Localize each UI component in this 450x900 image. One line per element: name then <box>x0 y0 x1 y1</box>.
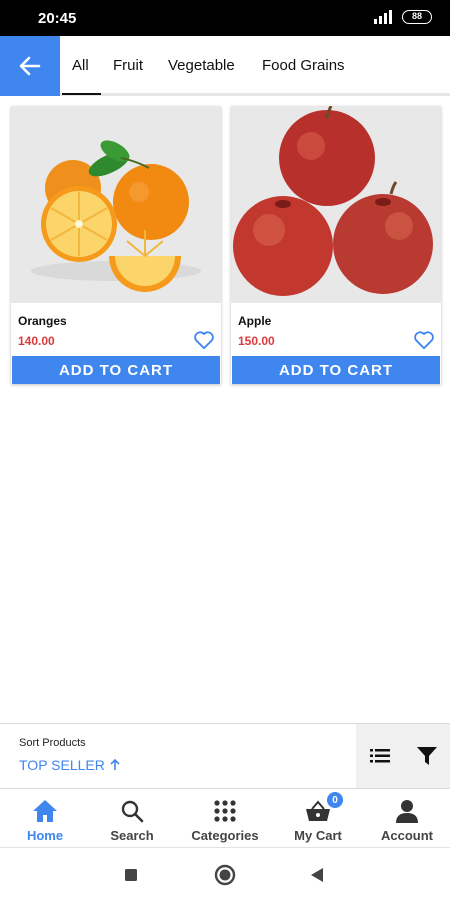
sort-dropdown[interactable]: TOP SELLER <box>19 757 121 773</box>
nav-home[interactable]: Home <box>0 790 90 848</box>
nav-label: Account <box>381 828 433 843</box>
list-view-icon[interactable] <box>369 749 390 763</box>
recents-icon[interactable] <box>124 868 138 882</box>
product-price: 140.00 <box>18 334 55 348</box>
add-to-cart-button[interactable]: ADD TO CART <box>12 356 220 384</box>
arrow-up-icon <box>110 758 120 770</box>
tab-label: Vegetable <box>168 56 235 74</box>
bottom-nav: Home Search Categories 0 My Cart Account <box>0 790 450 848</box>
cart-count-badge: 0 <box>327 792 343 808</box>
basket-icon: 0 <box>305 792 343 824</box>
filter-icon[interactable] <box>416 747 437 765</box>
status-time: 20:45 <box>38 10 77 27</box>
nav-label: Categories <box>191 828 259 843</box>
grid-icon <box>214 798 236 824</box>
apples-image-icon <box>233 106 433 296</box>
tab-food-grains[interactable]: Food Grains <box>262 36 345 94</box>
system-nav-bar <box>0 848 450 900</box>
battery-level: 88 <box>411 11 422 21</box>
product-card-oranges[interactable]: Oranges 140.00 ADD TO CART <box>11 106 221 384</box>
back-button[interactable] <box>0 36 60 96</box>
heart-icon[interactable] <box>413 330 435 350</box>
product-image[interactable] <box>11 106 221 303</box>
add-to-cart-label: ADD TO CART <box>278 361 394 379</box>
product-name: Apple <box>238 314 272 328</box>
signal-icon <box>374 10 392 24</box>
sort-tools <box>356 724 450 788</box>
tab-fruit[interactable]: Fruit <box>113 36 143 94</box>
oranges-image-icon <box>31 140 201 292</box>
nav-categories[interactable]: Categories <box>180 790 270 848</box>
nav-label: Search <box>110 828 154 843</box>
sort-value: TOP SELLER <box>19 757 105 773</box>
add-to-cart-button[interactable]: ADD TO CART <box>232 356 440 384</box>
battery-icon: 88 <box>402 10 432 24</box>
product-card-apple[interactable]: Apple 150.00 ADD TO CART <box>231 106 441 384</box>
tab-label: All <box>72 56 89 74</box>
nav-search[interactable]: Search <box>87 790 177 848</box>
status-icons: 88 <box>374 10 432 24</box>
status-bar: 20:45 88 <box>0 0 450 36</box>
home-icon <box>32 798 58 824</box>
product-name: Oranges <box>18 314 67 328</box>
search-icon <box>120 798 144 824</box>
tab-vegetable[interactable]: Vegetable <box>168 36 235 94</box>
tab-label: Fruit <box>113 56 143 74</box>
sort-label: Sort Products <box>19 737 86 749</box>
nav-label: My Cart <box>294 828 342 843</box>
nav-account[interactable]: Account <box>362 790 450 848</box>
nav-label: Home <box>26 828 64 843</box>
back-triangle-icon[interactable] <box>310 867 324 883</box>
person-icon <box>395 798 419 824</box>
category-tab-bar: All Fruit Vegetable Food Grains <box>0 36 450 96</box>
heart-icon[interactable] <box>193 330 215 350</box>
product-image[interactable] <box>231 106 441 303</box>
home-circle-icon[interactable] <box>214 864 236 886</box>
nav-my-cart[interactable]: 0 My Cart <box>273 790 363 848</box>
product-price: 150.00 <box>238 334 275 348</box>
arrow-left-icon <box>19 56 41 76</box>
tab-all[interactable]: All <box>62 36 101 95</box>
tab-label: Food Grains <box>262 56 345 74</box>
add-to-cart-label: ADD TO CART <box>58 361 174 379</box>
sort-bar: Sort Products TOP SELLER <box>0 723 450 789</box>
